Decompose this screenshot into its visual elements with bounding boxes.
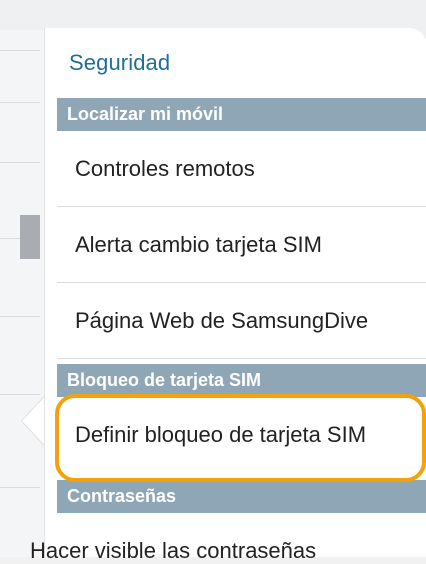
left-panel-divider [0,487,40,488]
section-header: Bloqueo de tarjeta SIM [57,364,426,397]
security-panel: Seguridad Localizar mi móvil Controles r… [44,28,426,557]
list-item-sim-lock[interactable]: Definir bloqueo de tarjeta SIM [57,397,426,473]
section-header: Localizar mi móvil [57,98,426,131]
left-panel-divider [0,162,40,163]
page-title: Seguridad [69,50,171,75]
left-panel-selection [20,215,40,259]
list-item-sim-change-alert[interactable]: Alerta cambio tarjeta SIM [57,207,426,283]
left-panel [0,30,45,557]
section-header: Contraseñas [57,480,426,513]
list-item-samsungdive-web[interactable]: Página Web de SamsungDive [57,283,426,359]
list-item-remote-controls[interactable]: Controles remotos [57,131,426,207]
left-panel-divider [0,50,40,51]
left-panel-divider [0,102,40,103]
settings-screen: Seguridad Localizar mi móvil Controles r… [0,0,426,563]
left-panel-divider [0,316,40,317]
list-item-show-passwords[interactable]: Hacer visible las contraseñas [30,538,316,564]
